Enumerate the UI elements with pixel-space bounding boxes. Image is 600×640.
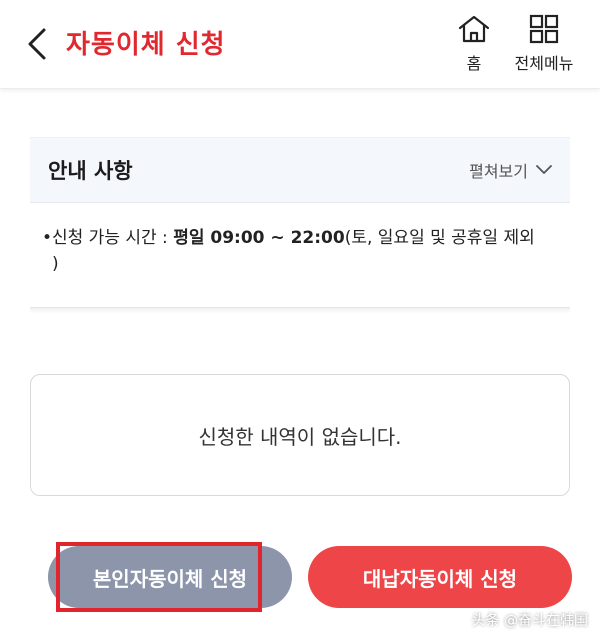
- chevron-down-icon: [536, 165, 552, 174]
- notice-title: 안내 사항: [48, 159, 133, 183]
- history-empty-box: 신청한 내역이 없습니다.: [30, 374, 570, 496]
- notice-content: • 신청 가능 시간 : 평일 09:00 ~ 22:00(토, 일요일 및 공…: [30, 225, 570, 277]
- all-menu-label: 전체메뉴: [514, 54, 574, 73]
- chevron-left-icon: [28, 28, 46, 60]
- content-fade-divider: [30, 307, 570, 314]
- back-button[interactable]: [22, 26, 52, 62]
- home-button[interactable]: 홈: [454, 14, 494, 74]
- self-auto-transfer-button[interactable]: 본인자동이체 신청: [48, 542, 292, 612]
- bullet-prefix: 신청 가능 시간 :: [52, 228, 174, 248]
- home-label: 홈: [466, 54, 482, 73]
- top-app-bar: 자동이체 신청 홈 전체메뉴: [0, 0, 600, 89]
- expand-label: 펼쳐보기: [469, 162, 528, 181]
- expand-button[interactable]: 펼쳐보기: [469, 158, 552, 182]
- empty-message: 신청한 내역이 없습니다.: [198, 424, 402, 449]
- home-icon: [458, 15, 490, 43]
- bullet-bold-hours: 평일 09:00 ~ 22:00: [173, 228, 345, 248]
- all-menu-button[interactable]: 전체메뉴: [502, 14, 586, 74]
- page-title: 자동이체 신청: [66, 30, 226, 60]
- watermark: 头条 @奋斗在韩国: [471, 613, 588, 629]
- bullet-dot: •: [42, 228, 53, 248]
- grid-menu-icon: [529, 14, 559, 44]
- proxy-auto-transfer-button[interactable]: 대납자동이체 신청: [308, 546, 572, 608]
- notice-header: 안내 사항 펼쳐보기: [30, 137, 570, 203]
- proxy-auto-transfer-label: 대납자동이체 신청: [362, 566, 518, 591]
- bullet-suffix: (토, 일요일 및 공휴일 제외: [344, 228, 535, 248]
- bullet-suffix-line2: ): [52, 254, 59, 274]
- self-auto-transfer-label: 본인자동이체 신청: [92, 566, 248, 591]
- list-item: • 신청 가능 시간 : 평일 09:00 ~ 22:00(토, 일요일 및 공…: [30, 225, 570, 277]
